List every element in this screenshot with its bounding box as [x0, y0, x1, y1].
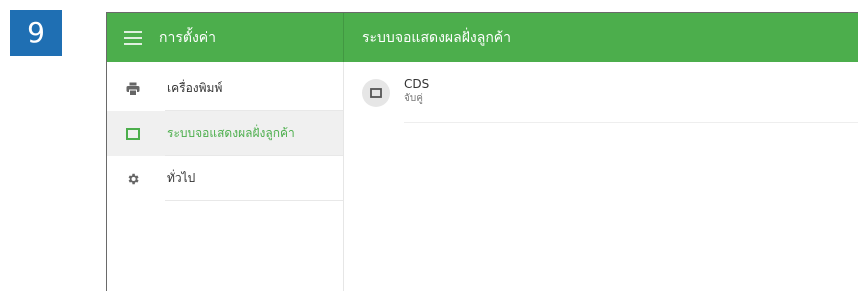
sidebar-item-label: ทั่วไป: [167, 171, 196, 185]
hamburger-menu-icon[interactable]: [124, 30, 142, 45]
settings-sidebar: เครื่องพิมพ์ ระบบจอแสดงผลฝั่งลูกค้า ทั่ว…: [107, 62, 344, 291]
sidebar-item-label: ระบบจอแสดงผลฝั่งลูกค้า: [167, 126, 295, 140]
device-name: CDS: [404, 76, 430, 91]
sidebar-item-general[interactable]: ทั่วไป: [107, 156, 343, 201]
app-header: การตั้งค่า ระบบจอแสดงผลฝั่งลูกค้า: [107, 13, 858, 62]
divider: [404, 122, 858, 123]
settings-title: การตั้งค่า: [159, 29, 217, 46]
step-number-badge: 9: [10, 10, 62, 56]
content-panel: CDS จับคู่: [344, 62, 858, 291]
device-text: CDS จับคู่: [404, 77, 429, 105]
device-list-item[interactable]: CDS จับคู่: [344, 62, 858, 123]
app-window: การตั้งค่า ระบบจอแสดงผลฝั่งลูกค้า เครื่อ…: [106, 12, 858, 291]
settings-header: การตั้งค่า: [107, 13, 344, 62]
device-status: จับคู่: [404, 92, 423, 104]
display-icon: [362, 78, 390, 107]
divider: [165, 200, 343, 201]
section-header: ระบบจอแสดงผลฝั่งลูกค้า: [344, 13, 858, 62]
section-title: ระบบจอแสดงผลฝั่งลูกค้า: [362, 29, 512, 46]
sidebar-item-printer[interactable]: เครื่องพิมพ์: [107, 66, 343, 111]
sidebar-item-label: เครื่องพิมพ์: [167, 81, 223, 95]
gear-icon: [111, 172, 155, 186]
printer-icon: [111, 82, 155, 96]
display-icon: [111, 127, 155, 140]
sidebar-item-customer-display[interactable]: ระบบจอแสดงผลฝั่งลูกค้า: [107, 111, 343, 156]
